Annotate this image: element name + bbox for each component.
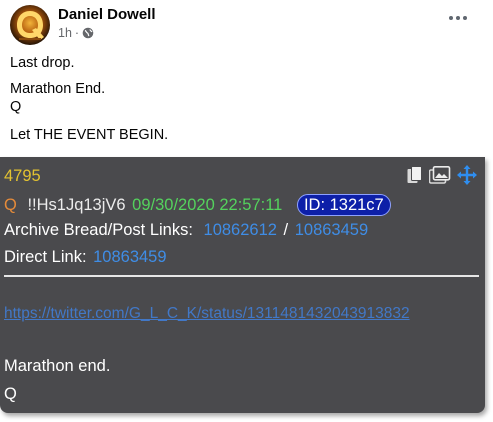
post-text-line-3: Q: [10, 99, 22, 115]
drop-card: 4795 Q !!Hs1Jq13jV6 09/30/2020 22:57:11 …: [0, 157, 485, 413]
copy-icon[interactable]: [407, 165, 423, 185]
id-badge[interactable]: ID: 1321c7: [296, 194, 391, 216]
post-number: 4795: [4, 167, 41, 185]
more-dot: [456, 16, 460, 20]
image-icon[interactable]: [429, 166, 451, 184]
author-name[interactable]: Daniel Dowell: [58, 6, 156, 23]
archive-link-separator: /: [283, 221, 289, 239]
avatar-q-logo-icon: [17, 11, 44, 40]
drop-body-line-1: Marathon end.: [4, 357, 111, 375]
card-toolbar: [407, 165, 477, 185]
meta-separator: ·: [74, 26, 80, 40]
more-dot: [449, 16, 453, 20]
more-options-button[interactable]: [449, 14, 469, 22]
post-text-line-2: Marathon End.: [10, 81, 106, 97]
direct-link[interactable]: 10863459: [93, 248, 166, 266]
archive-links-row: Archive Bread/Post Links: 10862612 / 108…: [4, 221, 368, 240]
post-header-row: Q !!Hs1Jq13jV6 09/30/2020 22:57:11 ID: 1…: [4, 194, 391, 216]
post-time[interactable]: 1h: [58, 26, 72, 40]
avatar[interactable]: [10, 5, 50, 45]
post-meta: 1h ·: [58, 26, 94, 40]
direct-link-row: Direct Link: 10863459: [4, 248, 167, 267]
archive-label: Archive Bread/Post Links:: [4, 221, 193, 239]
post-text-line-4: Let THE EVENT BEGIN.: [10, 127, 169, 143]
move-icon[interactable]: [457, 165, 477, 185]
post-date: 09/30/2020 22:57:11: [132, 196, 283, 214]
tweet-link[interactable]: https://twitter.com/G_L_C_K/status/13114…: [4, 303, 474, 324]
archive-link-1[interactable]: 10862612: [204, 221, 277, 239]
more-dot: [463, 16, 467, 20]
globe-icon[interactable]: [82, 27, 94, 39]
divider: [4, 275, 479, 277]
post-text-line-1: Last drop.: [10, 55, 75, 71]
q-name: Q: [4, 196, 17, 214]
direct-link-label: Direct Link:: [4, 248, 87, 266]
tripcode: !!Hs1Jq13jV6: [27, 196, 126, 214]
drop-body-line-2: Q: [4, 385, 17, 403]
archive-link-2[interactable]: 10863459: [295, 221, 368, 239]
